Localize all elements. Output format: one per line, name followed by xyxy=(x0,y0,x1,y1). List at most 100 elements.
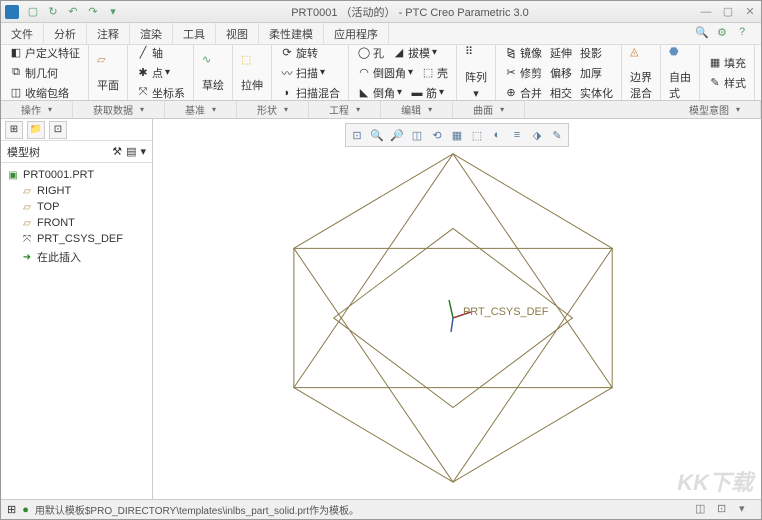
section-operate[interactable]: 操作 xyxy=(1,101,73,118)
section-engineering[interactable]: 工程 xyxy=(309,101,381,118)
csys-label: PRT_CSYS_DEF xyxy=(463,306,549,318)
sketch-button[interactable]: ∿草绘 xyxy=(200,51,226,95)
tab-annotate[interactable]: 注释 xyxy=(87,23,130,44)
chamfer-button[interactable]: ◣倒角▾ xyxy=(355,84,404,102)
status-filter-icon[interactable]: ▾ xyxy=(739,502,755,518)
hole-icon: ◯ xyxy=(357,46,371,60)
tree-menu-icon[interactable]: ▤ xyxy=(126,145,136,158)
point-button[interactable]: ✱点▾ xyxy=(134,64,187,82)
boundary-blend-button[interactable]: ◬边界混合 xyxy=(628,43,654,103)
plane-button[interactable]: ▱平面 xyxy=(95,51,121,95)
sweep-button[interactable]: 〰扫描▾ xyxy=(278,64,342,82)
tree-title: 模型树 xyxy=(7,144,40,160)
watermark: KK下载 xyxy=(677,465,753,497)
tree-tab-2-icon[interactable]: 📁 xyxy=(27,121,45,139)
status-icon[interactable]: ⊞ xyxy=(7,503,16,516)
workspace: ⊞ 📁 ⊡ 模型树 ⚒▤▾ ▣PRT0001.PRT ▱RIGHT ▱TOP ▱… xyxy=(1,119,761,499)
tree-top[interactable]: ▱TOP xyxy=(7,199,146,215)
draft-button[interactable]: ◢拔模▾ xyxy=(390,44,439,62)
tree-tool-icon[interactable]: ⚒ xyxy=(112,145,122,158)
tree-csys[interactable]: ⤧PRT_CSYS_DEF xyxy=(7,231,146,247)
tree-front[interactable]: ▱FRONT xyxy=(7,215,146,231)
hole-button[interactable]: ◯孔 xyxy=(355,44,386,62)
intersect-button[interactable]: 相交 xyxy=(548,84,574,102)
bblend-icon: ◬ xyxy=(630,45,652,67)
axis-button[interactable]: ╱轴 xyxy=(134,44,187,62)
solidify-button[interactable]: 实体化 xyxy=(578,84,615,102)
section-edit[interactable]: 编辑 xyxy=(381,101,453,118)
section-getdata[interactable]: 获取数据 xyxy=(73,101,165,118)
qat-open-icon[interactable]: ↻ xyxy=(45,4,61,20)
qat-dropdown-icon[interactable]: ▾ xyxy=(105,4,121,20)
extend-button[interactable]: 延伸 xyxy=(548,44,574,62)
sweptblend-icon: ◗ xyxy=(280,86,294,100)
qat-new-icon[interactable]: ▢ xyxy=(25,4,41,20)
chamfer-icon: ◣ xyxy=(357,86,371,100)
tree-right[interactable]: ▱RIGHT xyxy=(7,183,146,199)
copy-geom-button[interactable]: ⧉制几何 xyxy=(7,64,82,82)
maximize-icon[interactable]: ▢ xyxy=(721,5,735,19)
section-datum[interactable]: 基准 xyxy=(165,101,237,118)
user-feature-button[interactable]: ◧户定义特征 xyxy=(7,44,82,62)
shell-icon: ⬚ xyxy=(421,66,435,80)
window-title: PRT0001 （活动的） - PTC Creo Parametric 3.0 xyxy=(121,4,699,20)
style-button[interactable]: ✎样式 xyxy=(706,74,748,92)
tab-view[interactable]: 视图 xyxy=(216,23,259,44)
section-bar: 操作 获取数据 基准 形状 工程 编辑 曲面 模型意图 xyxy=(1,101,761,119)
section-surface[interactable]: 曲面 xyxy=(453,101,525,118)
tree-root[interactable]: ▣PRT0001.PRT xyxy=(7,167,146,183)
section-shape[interactable]: 形状 xyxy=(237,101,309,118)
model-tree-panel: ⊞ 📁 ⊡ 模型树 ⚒▤▾ ▣PRT0001.PRT ▱RIGHT ▱TOP ▱… xyxy=(1,119,153,499)
help-icon[interactable]: ? xyxy=(739,26,755,42)
round-icon: ◠ xyxy=(357,66,371,80)
mirror-button[interactable]: ⧎镜像 xyxy=(502,44,544,62)
csys-button[interactable]: ⤧坐标系 xyxy=(134,84,187,102)
tab-analysis[interactable]: 分析 xyxy=(44,23,87,44)
section-intent[interactable]: 模型意图 xyxy=(669,101,761,118)
close-icon[interactable]: ✕ xyxy=(743,5,757,19)
tab-render[interactable]: 渲染 xyxy=(130,23,173,44)
help-search-icon[interactable]: 🔍 xyxy=(695,26,711,42)
revolve-button[interactable]: ⟳旋转 xyxy=(278,44,342,62)
thicken-button[interactable]: 加厚 xyxy=(578,64,604,82)
swept-blend-button[interactable]: ◗扫描混合 xyxy=(278,84,342,102)
plane-icon: ▱ xyxy=(97,53,119,75)
merge-button[interactable]: ⊕合并 xyxy=(502,84,544,102)
qat-redo-icon[interactable]: ↷ xyxy=(85,4,101,20)
status-geom-icon[interactable]: ◫ xyxy=(695,502,711,518)
freestyle-button[interactable]: ⬣自由式 xyxy=(667,43,693,103)
tree-insert[interactable]: ➜在此插入 xyxy=(7,247,146,267)
shell-button[interactable]: ⬚壳 xyxy=(419,64,450,82)
axis-icon: ╱ xyxy=(136,46,150,60)
trim-button[interactable]: ✂修剪 xyxy=(502,64,544,82)
settings-icon[interactable]: ⚙ xyxy=(717,26,733,42)
trim-icon: ✂ xyxy=(504,66,518,80)
status-smart-icon[interactable]: ⊡ xyxy=(717,502,733,518)
round-button[interactable]: ◠倒圆角▾ xyxy=(355,64,415,82)
tree-tab-3-icon[interactable]: ⊡ xyxy=(49,121,67,139)
tab-file[interactable]: 文件 xyxy=(1,23,44,44)
tab-tools[interactable]: 工具 xyxy=(173,23,216,44)
titlebar: ▢ ↻ ↶ ↷ ▾ PRT0001 （活动的） - PTC Creo Param… xyxy=(1,1,761,23)
feature-icon: ◧ xyxy=(9,46,23,60)
offset-button[interactable]: 偏移 xyxy=(548,64,574,82)
plane-icon: ▱ xyxy=(21,185,33,197)
sweep-icon: 〰 xyxy=(280,66,294,80)
tab-apps[interactable]: 应用程序 xyxy=(324,23,389,44)
qat-undo-icon[interactable]: ↶ xyxy=(65,4,81,20)
graphics-canvas[interactable]: ⊡ 🔍 🔎 ◫ ⟲ ▦ ⬚ ◐ ≡ ⬗ ✎ xyxy=(153,119,761,499)
draft-icon: ◢ xyxy=(392,46,406,60)
point-icon: ✱ xyxy=(136,66,150,80)
drawing-svg: PRT_CSYS_DEF xyxy=(153,119,761,499)
fill-button[interactable]: ▦填充 xyxy=(706,54,748,72)
minimize-icon[interactable]: — xyxy=(699,5,713,19)
pattern-button[interactable]: ⠿阵列▾ xyxy=(463,43,489,102)
tab-flex[interactable]: 柔性建模 xyxy=(259,23,324,44)
project-button[interactable]: 投影 xyxy=(578,44,604,62)
freestyle-icon: ⬣ xyxy=(669,45,691,67)
shrinkwrap-button[interactable]: ◫收缩包络 xyxy=(7,84,82,102)
tree-tab-1-icon[interactable]: ⊞ xyxy=(5,121,23,139)
ribbon: ◧户定义特征 ⧉制几何 ◫收缩包络 ▱平面 ╱轴 ✱点▾ ⤧坐标系 ∿草绘 ⬚拉… xyxy=(1,45,761,101)
extrude-button[interactable]: ⬚拉伸 xyxy=(239,51,265,95)
rib-button[interactable]: ▬筋▾ xyxy=(408,84,446,102)
